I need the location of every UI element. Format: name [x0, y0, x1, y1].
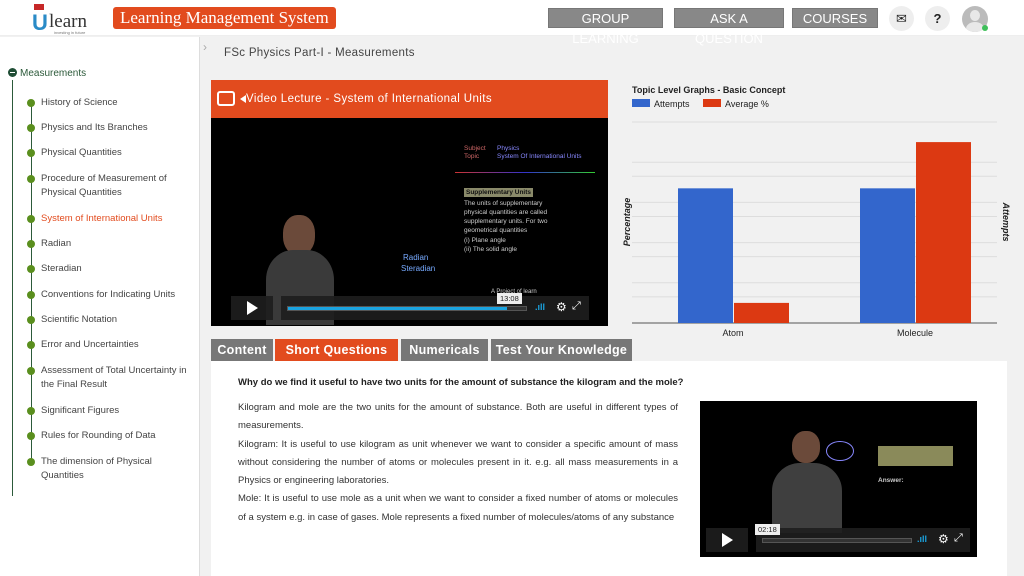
sidebar-item[interactable]: Scientific Notation	[27, 313, 197, 327]
header: Ulearn investing in future Learning Manag…	[0, 0, 1024, 46]
app-title: Learning Management System	[113, 7, 336, 29]
progress-bar[interactable]	[762, 538, 912, 543]
bullet-icon	[27, 341, 35, 349]
question-text: Why do we find it useful to have two uni…	[238, 377, 684, 388]
fullscreen-icon[interactable]: ⤢	[572, 300, 581, 313]
bullet-icon	[27, 240, 35, 248]
x-tick-label: Atom	[722, 328, 743, 338]
bullet-icon	[27, 432, 35, 440]
legend-swatch	[703, 99, 721, 107]
x-tick-label: Molecule	[897, 328, 933, 338]
bar-atom-0	[678, 188, 733, 323]
bullet-icon	[27, 291, 35, 299]
video-camera-icon	[217, 91, 246, 106]
control-bar: .ıll ⚙ ⤢	[756, 528, 970, 552]
sidebar-item[interactable]: Steradian	[27, 262, 197, 276]
tab-numericals[interactable]: Numericals	[401, 339, 488, 361]
sidebar-item[interactable]: Rules for Rounding of Data	[27, 429, 197, 443]
sidebar-item[interactable]: Physical Quantities	[27, 146, 197, 160]
mail-icon[interactable]: ✉	[889, 6, 914, 31]
sidebar	[0, 37, 200, 576]
sidebar-item[interactable]: Error and Uncertainties	[27, 338, 197, 352]
sidebar-root-measurements[interactable]: Measurements	[8, 68, 86, 79]
chevron-right-icon[interactable]: ›	[203, 40, 207, 54]
sidebar-item[interactable]: Conventions for Indicating Units	[27, 288, 197, 302]
play-icon	[722, 533, 733, 547]
bullet-icon	[27, 458, 35, 466]
fullscreen-icon[interactable]: ⤢	[954, 532, 963, 545]
page-title: FSc Physics Part-I - Measurements	[224, 47, 415, 59]
logo[interactable]: Ulearn investing in future	[32, 4, 94, 35]
collapse-icon[interactable]	[8, 68, 17, 77]
presenter	[772, 463, 842, 533]
answer-text: Kilogram and mole are the two units for …	[238, 402, 678, 523]
courses-button[interactable]: COURSES	[792, 8, 878, 28]
bullet-icon	[27, 316, 35, 324]
play-icon	[247, 301, 258, 315]
sidebar-item[interactable]: History of Science	[27, 96, 197, 110]
sidebar-item[interactable]: System of International Units	[27, 212, 197, 226]
sidebar-item[interactable]: The dimension of Physical Quantities	[27, 455, 197, 483]
presenter	[283, 215, 315, 255]
chart-title: Topic Level Graphs - Basic Concept	[632, 85, 785, 95]
sidebar-item[interactable]: Procedure of Measurement of Physical Qua…	[27, 172, 197, 200]
control-bar: .ıll ⚙ ⤢	[281, 296, 589, 320]
y-axis-label: Percentage	[622, 198, 632, 247]
legend-swatch	[632, 99, 650, 107]
play-button[interactable]	[706, 528, 748, 552]
time-tooltip: 13:08	[497, 293, 522, 304]
bullet-icon	[27, 149, 35, 157]
sidebar-item[interactable]: Physics and Its Branches	[27, 121, 197, 135]
video-lecture-player[interactable]: Video Lecture - System of International …	[211, 80, 608, 326]
tab-short-questions[interactable]: Short Questions	[275, 339, 398, 361]
volume-icon[interactable]: .ıll	[535, 302, 545, 312]
ask-question-button[interactable]: ASK A QUESTION	[674, 8, 784, 46]
settings-icon[interactable]: ⚙	[556, 300, 567, 314]
topic-level-chart: Topic Level Graphs - Basic Concept Attemp…	[622, 85, 1011, 338]
settings-icon[interactable]: ⚙	[938, 532, 949, 546]
tab-content[interactable]: Content	[211, 339, 273, 361]
time-tooltip: 02:18	[755, 524, 780, 535]
video-header: Video Lecture - System of International …	[211, 80, 608, 118]
bullet-icon	[27, 124, 35, 132]
sidebar-item[interactable]: Significant Figures	[27, 404, 197, 418]
sidebar-item[interactable]: Radian	[27, 237, 197, 251]
bullet-icon	[27, 265, 35, 273]
short-question-video-player[interactable]: Answer: .ıll ⚙ ⤢ 02:18	[700, 401, 977, 557]
bullet-icon	[27, 175, 35, 183]
help-icon[interactable]: ?	[925, 6, 950, 31]
group-learning-button[interactable]: GROUP LEARNING	[548, 8, 663, 46]
bullet-icon	[27, 407, 35, 415]
legend-label: Average %	[725, 99, 769, 109]
online-status-dot	[982, 25, 988, 31]
presenter	[792, 431, 820, 463]
bullet-icon	[27, 215, 35, 223]
legend-label: Attempts	[654, 99, 690, 109]
bar-atom-1	[734, 302, 789, 323]
bar-molecule-1	[916, 142, 971, 323]
sidebar-item[interactable]: Assessment of Total Uncertainty in the F…	[27, 364, 197, 392]
bullet-icon	[27, 99, 35, 107]
play-button[interactable]	[231, 296, 273, 320]
tab-test-your-knowledge[interactable]: Test Your Knowledge	[491, 339, 632, 361]
volume-icon[interactable]: .ıll	[917, 534, 927, 544]
y2-axis-label: Attempts	[1001, 201, 1011, 241]
tree-line	[12, 80, 13, 496]
bar-molecule-0	[860, 188, 915, 323]
bullet-icon	[27, 367, 35, 375]
progress-bar[interactable]	[287, 306, 527, 311]
